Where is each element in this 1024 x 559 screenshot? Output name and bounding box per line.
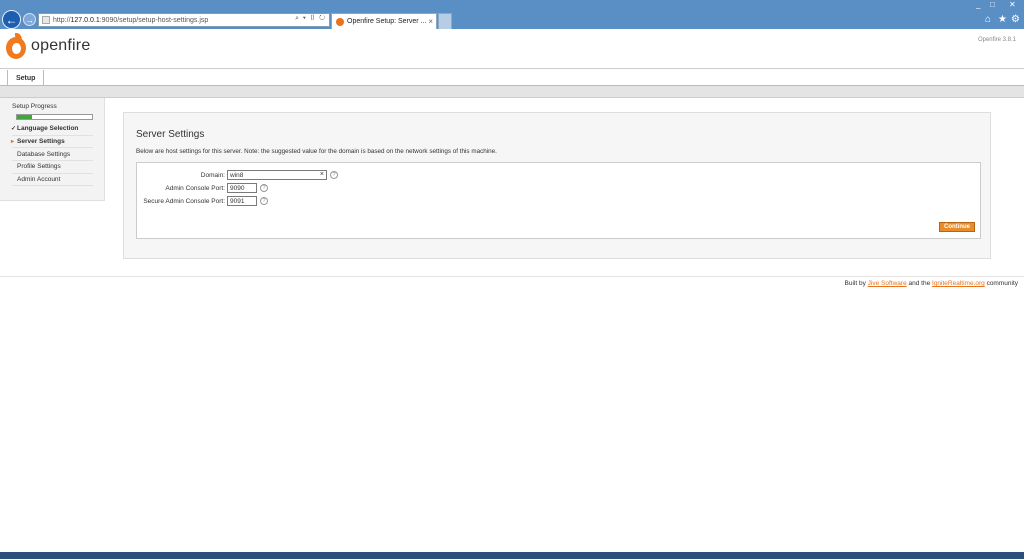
tab-setup[interactable]: Setup	[7, 70, 45, 86]
checkmark-icon: ✓	[11, 126, 17, 133]
url-path: :9090/setup/setup-host-settings.jsp	[99, 16, 209, 24]
tab-close-icon[interactable]: ×	[428, 17, 433, 26]
domain-label: Domain:	[200, 171, 225, 179]
tab-title: Openfire Setup: Server ...	[347, 18, 427, 25]
browser-tab[interactable]: Openfire Setup: Server ... ×	[331, 13, 437, 29]
url-prefix: http://	[53, 16, 71, 24]
domain-input[interactable]: win8 ×	[227, 170, 327, 180]
back-arrow-icon: ←	[5, 12, 18, 27]
admin-port-label: Admin Console Port:	[165, 184, 225, 192]
footer-middle: and the	[906, 280, 933, 287]
favorites-star-icon[interactable]: ★	[998, 14, 1007, 25]
main-tabbar: Setup	[0, 70, 1024, 86]
os-taskbar[interactable]	[0, 552, 1024, 559]
secure-port-label: Secure Admin Console Port:	[143, 197, 225, 205]
address-tools-icons[interactable]: ⌕ ▾ ▯ ↻	[295, 15, 326, 23]
sub-navigation-bar	[0, 86, 1024, 98]
domain-value: win8	[230, 171, 244, 179]
current-step-arrow-icon: ▸	[11, 139, 15, 146]
forward-button[interactable]: →	[23, 13, 36, 26]
url-host: 127.0.0.1	[70, 16, 100, 24]
progress-fill	[17, 115, 32, 119]
help-icon[interactable]: ?	[330, 171, 338, 179]
secure-port-value: 9091	[230, 197, 245, 205]
step-profile-settings[interactable]: Profile Settings	[12, 161, 93, 174]
ignite-realtime-link[interactable]: IgniteRealtime.org	[932, 280, 985, 287]
forward-arrow-icon: →	[25, 14, 34, 25]
minimize-icon[interactable]: _	[976, 0, 980, 9]
secure-port-input[interactable]: 9091	[227, 196, 257, 206]
setup-steps-list: ✓ Language Selection ▸ Server Settings D…	[11, 123, 93, 187]
page-icon	[42, 16, 50, 24]
step-database-settings[interactable]: Database Settings	[12, 148, 93, 162]
footer-prefix: Built by	[844, 280, 868, 287]
settings-gear-icon[interactable]: ⚙	[1011, 14, 1020, 25]
logo-text: openfire	[31, 37, 91, 54]
server-settings-panel: Server Settings Below are host settings …	[123, 112, 991, 259]
footer: Built by Jive Software and the IgniteRea…	[845, 280, 1018, 287]
maximize-icon[interactable]: □	[990, 0, 995, 9]
footer-suffix: community	[984, 280, 1018, 287]
admin-port-value: 9090	[230, 184, 245, 192]
openfire-favicon-icon	[336, 17, 344, 26]
help-icon[interactable]: ?	[260, 197, 268, 205]
admin-port-row: Admin Console Port: 9090 ?	[139, 183, 268, 193]
window-close-icon[interactable]: ✕	[1009, 0, 1016, 9]
admin-port-input[interactable]: 9090	[227, 183, 257, 193]
jive-software-link[interactable]: Jive Software	[868, 280, 907, 287]
openfire-header: openfire Openfire 3.8.1	[0, 29, 1024, 69]
step-language-selection[interactable]: ✓ Language Selection	[11, 123, 93, 136]
new-tab-button[interactable]	[438, 13, 452, 29]
step-label: Profile Settings	[17, 163, 61, 171]
setup-progress-title: Setup Progress	[12, 103, 57, 110]
openfire-logo: openfire	[6, 33, 90, 59]
step-label: Server Settings	[17, 138, 65, 146]
back-button[interactable]: ←	[2, 10, 21, 29]
footer-divider	[0, 276, 1024, 277]
continue-button[interactable]: Continue	[939, 222, 975, 232]
browser-chrome: ← → http://127.0.0.1:9090/setup/setup-ho…	[0, 0, 1024, 29]
step-admin-account[interactable]: Admin Account	[12, 174, 93, 187]
address-bar[interactable]: http://127.0.0.1:9090/setup/setup-host-s…	[38, 13, 330, 27]
version-label: Openfire 3.8.1	[977, 37, 1016, 43]
home-icon[interactable]: ⌂	[985, 14, 991, 25]
openfire-flame-icon	[6, 33, 26, 59]
step-label: Language Selection	[17, 125, 79, 133]
setup-progress-sidebar: Setup Progress ✓ Language Selection ▸ Se…	[0, 98, 105, 201]
server-settings-form: Domain: win8 × ? Admin Console Port: 909…	[136, 162, 981, 239]
step-server-settings[interactable]: ▸ Server Settings	[11, 136, 93, 149]
page-title: Server Settings	[136, 129, 205, 140]
step-label: Database Settings	[17, 150, 71, 158]
page-description: Below are host settings for this server.…	[136, 148, 497, 155]
clear-field-icon[interactable]: ×	[320, 171, 324, 178]
domain-row: Domain: win8 × ?	[139, 170, 338, 180]
setup-progress-bar	[16, 114, 93, 120]
secure-port-row: Secure Admin Console Port: 9091 ?	[139, 196, 268, 206]
help-icon[interactable]: ?	[260, 184, 268, 192]
step-label: Admin Account	[17, 176, 61, 184]
